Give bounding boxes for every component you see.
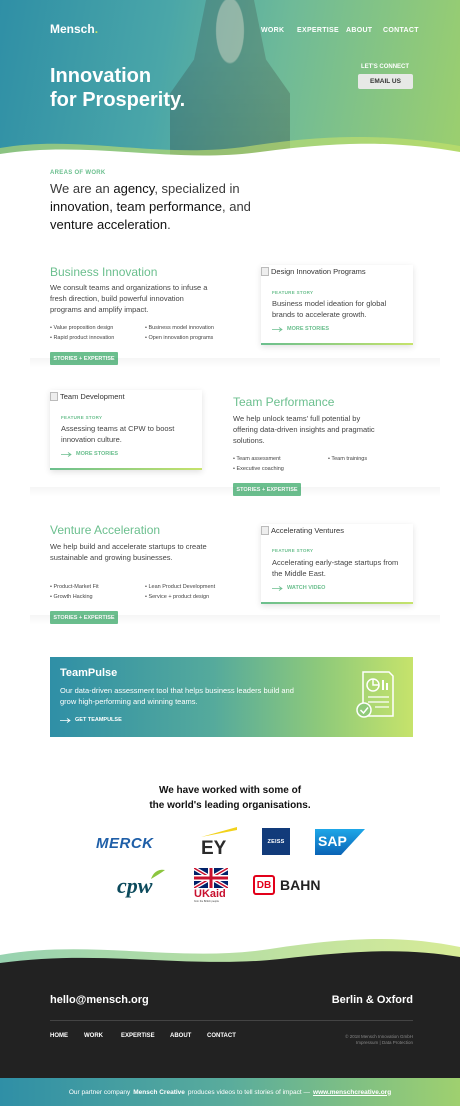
mensch-logo[interactable]: Mensch. [50,22,98,36]
section-shadow [30,615,440,625]
feature-card-venture-acceleration[interactable]: Accelerating Ventures FEATURE STORY Acce… [261,524,413,604]
footer: hello@mensch.org Berlin & Oxford HOME WO… [0,970,460,1078]
footer-divider [50,1020,413,1021]
card-eyebrow: FEATURE STORY [272,290,314,295]
card-accent-bar [261,602,413,604]
hero-title-line2: for Prosperity. [50,89,186,111]
venture-acceleration-text: We help build and accelerate startups to… [50,542,207,562]
team-performance-title: Team Performance [233,395,335,409]
card-text: Accelerating early-stage startups from t… [272,558,399,578]
report-chart-icon [356,671,394,718]
get-teampulse-link[interactable]: GET TEAMPULSE [60,717,122,723]
bullet-item: • Service + product design [145,594,210,600]
venture-acceleration-bullets-right: • Lean Product Development • Service + p… [145,582,245,602]
footer-locations: Berlin & Oxford [331,994,413,1006]
footer-nav-work[interactable]: WORK [84,1033,103,1039]
hero-title: Innovation for Prosperity. [50,64,270,112]
broken-image-icon [50,392,58,401]
footer-copyright: © 2018 Mensch Innovation GmbH Impressum … [313,1034,413,1046]
bullet-item: • Team trainings [328,456,368,462]
arrow-right-icon [272,585,283,591]
card-text: Assessing teams at CPW to boost innovati… [61,424,175,444]
footer-email-link[interactable]: hello@mensch.org [50,994,149,1006]
arrow-right-icon [272,326,283,332]
business-innovation-bullets-right: • Business model innovation • Open innov… [145,323,240,343]
more-stories-link[interactable]: MORE STORIES [272,326,329,332]
partner-company-name: Mensch Creative [133,1088,185,1096]
clients-heading-line2: the world's leading organisations. [149,800,311,811]
teampulse-text: Our data-driven assessment tool that hel… [60,686,294,706]
card-accent-bar [50,468,202,470]
teampulse-title: TeamPulse [60,667,118,679]
nav-contact[interactable]: CONTACT [383,27,419,34]
lets-connect-label: LET'S CONNECT [360,64,410,70]
venture-acceleration-title: Venture Acceleration [50,523,161,537]
ey-logo: EY [199,826,239,860]
merck-logo: MERCK [96,835,154,852]
card-eyebrow: FEATURE STORY [272,548,314,553]
footer-wave-divider [0,939,460,971]
areas-of-work-eyebrow: AREAS OF WORK [50,170,106,176]
ukaid-logo: UKaid from the British people [194,868,230,906]
bullet-item: • Value proposition design [50,325,114,331]
card-image-alt: Accelerating Ventures [261,526,344,535]
feature-card-team-performance[interactable]: Team Development FEATURE STORY Assessing… [50,390,202,470]
bullet-item: • Executive coaching [233,466,284,472]
card-text: Business model ideation for global brand… [272,299,387,319]
bullet-item: • Growth Hacking [50,594,93,600]
sap-logo: SAP [315,829,365,855]
business-innovation-text: We consult teams and organizations to in… [50,283,208,314]
card-eyebrow: FEATURE STORY [61,415,103,420]
arrow-right-icon [60,717,71,723]
card-accent-bar [261,343,413,345]
business-innovation-title: Business Innovation [50,265,158,279]
footer-nav-home[interactable]: HOME [50,1033,68,1039]
broken-image-icon [261,526,269,535]
clients-heading-line1: We have worked with some of [158,785,302,796]
section-shadow [30,487,440,497]
teampulse-banner[interactable]: TeamPulse Our data-driven assessment too… [50,657,413,737]
footer-nav-expertise[interactable]: EXPERTISE [121,1033,155,1039]
hero-title-line1: Innovation [50,65,152,87]
footer-nav-about[interactable]: ABOUT [170,1033,191,1039]
footer-nav-contact[interactable]: CONTACT [207,1033,236,1039]
card-image-alt: Design Innovation Programs [261,267,366,276]
business-innovation-bullets-left: • Value proposition design • Rapid produ… [50,323,145,343]
nav-about[interactable]: ABOUT [346,27,372,34]
clients-heading: We have worked with some of the world's … [130,783,330,813]
zeiss-logo: ZEISS [262,828,290,855]
bullet-item: • Team assessment [233,456,281,462]
section-shadow [30,358,440,368]
broken-image-icon [261,267,269,276]
nav-expertise[interactable]: EXPERTISE [297,27,339,34]
bullet-item: • Business model innovation [145,325,214,331]
team-performance-bullets-left: • Team assessment • Executive coaching [233,454,328,474]
more-stories-link[interactable]: MORE STORIES [61,451,118,457]
card-image-alt: Team Development [50,392,125,401]
arrow-right-icon [61,451,72,457]
footer-legal-links[interactable]: Impressum | Data Protection [313,1040,413,1046]
union-jack-icon [194,868,228,888]
db-logo: DB [253,875,275,895]
cpw-logo: cpw [117,868,172,902]
venture-acceleration-bullets-left: • Product-Market Fit • Growth Hacking [50,582,145,602]
bullet-item: • Product-Market Fit [50,584,99,590]
ey-beam-icon [201,827,237,837]
hero-wave-divider [0,136,460,170]
bullet-item: • Rapid product innovation [50,335,115,341]
team-performance-bullets-right: • Team trainings [328,454,413,464]
watch-video-link[interactable]: WATCH VIDEO [272,585,325,591]
bahn-wordmark: BAHN [280,877,321,893]
bullet-item: • Open innovation programs [145,335,214,341]
bullet-item: • Lean Product Development [145,584,216,590]
partner-bar: Our partner company Mensch Creative prod… [0,1078,460,1106]
intro-statement: We are an agency, specialized in innovat… [50,181,251,232]
team-performance-text: We help unlock teams' full potential by … [233,414,375,445]
nav-work[interactable]: WORK [261,27,284,34]
email-us-button[interactable]: EMAIL US [358,74,413,89]
feature-card-business-innovation[interactable]: Design Innovation Programs FEATURE STORY… [261,265,413,345]
partner-website-link[interactable]: www.menschcreative.org [313,1089,391,1096]
